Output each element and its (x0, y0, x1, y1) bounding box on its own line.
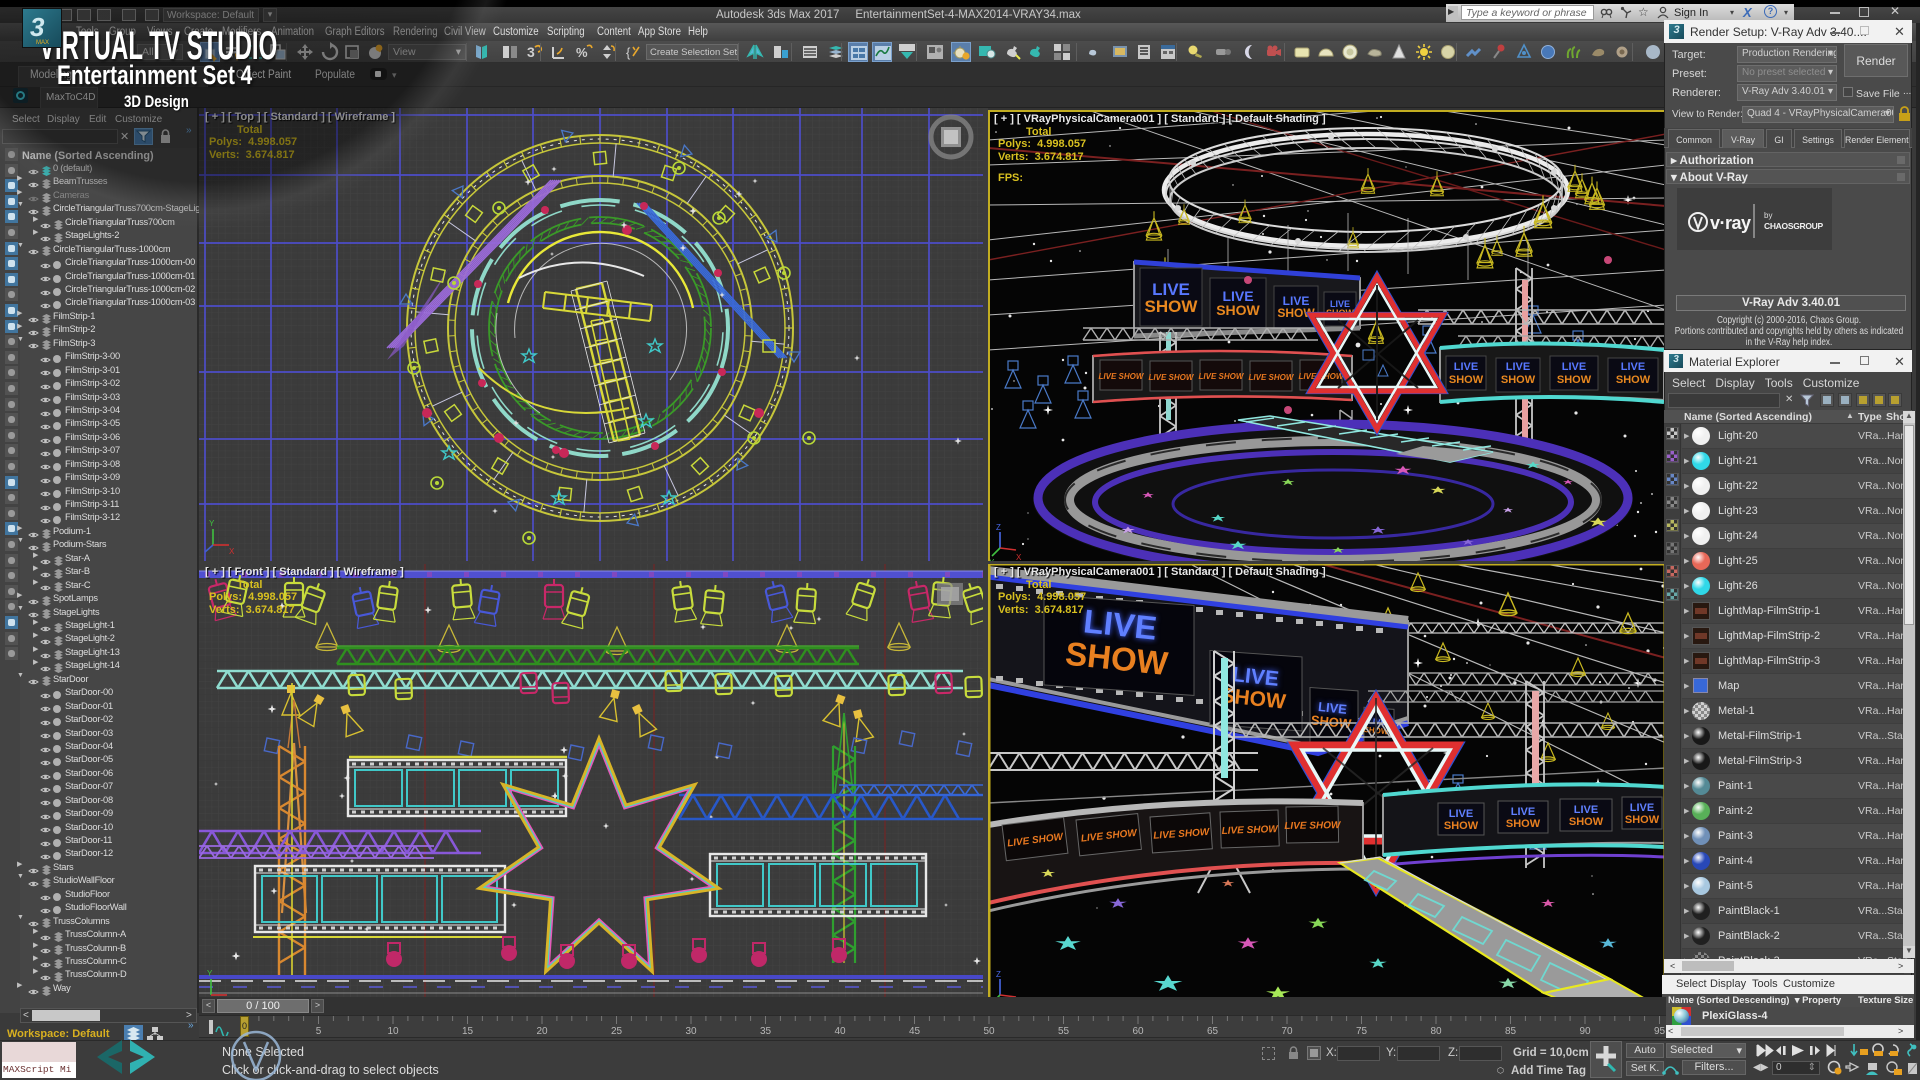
svg-text:Z: Z (996, 970, 1001, 979)
svg-text:70: 70 (1281, 1026, 1293, 1037)
svg-text:SHOW: SHOW (1216, 302, 1260, 318)
svg-text:SHOW: SHOW (1145, 297, 1199, 316)
svg-text:10: 10 (387, 1026, 399, 1037)
svg-text:LIVE SHOW: LIVE SHOW (1199, 372, 1245, 381)
svg-text:65: 65 (1207, 1026, 1219, 1037)
svg-text:15: 15 (462, 1026, 474, 1037)
svg-text:LIVE SHOW: LIVE SHOW (1099, 372, 1145, 381)
svg-text:%: % (576, 45, 588, 60)
svg-text:LIVE: LIVE (1506, 361, 1530, 373)
svg-text:LIVE: LIVE (1574, 804, 1598, 816)
svg-text:SHOW: SHOW (1557, 374, 1592, 386)
svg-text:LIVE SHOW: LIVE SHOW (1149, 373, 1195, 382)
svg-text:X: X (229, 547, 235, 556)
svg-text:LIVE: LIVE (1449, 808, 1473, 820)
svg-text:LIVE: LIVE (1630, 802, 1654, 814)
svg-text:50: 50 (983, 1026, 995, 1037)
svg-text:LIVE: LIVE (1562, 361, 1586, 373)
svg-text:SHOW: SHOW (1501, 374, 1536, 386)
svg-text:90: 90 (1579, 1026, 1591, 1037)
svg-text:by: by (1764, 211, 1772, 220)
svg-text:SHOW: SHOW (1444, 820, 1479, 832)
svg-text:CHAOSGROUP: CHAOSGROUP (1764, 221, 1823, 231)
svg-text:Z: Z (996, 523, 1001, 532)
svg-text:SHOW: SHOW (1449, 374, 1484, 386)
svg-text:95: 95 (1654, 1026, 1666, 1037)
svg-text:35: 35 (760, 1026, 772, 1037)
svg-text:SHOW: SHOW (1569, 816, 1604, 828)
svg-text:LIVE SHOW: LIVE SHOW (1284, 820, 1342, 832)
svg-text:3: 3 (527, 44, 535, 60)
svg-text:LIVE: LIVE (1511, 806, 1535, 818)
svg-text:Y: Y (207, 969, 213, 978)
svg-text:LIVE SHOW: LIVE SHOW (1221, 824, 1279, 837)
svg-text:80: 80 (1430, 1026, 1442, 1037)
svg-text:SHOW: SHOW (1625, 814, 1660, 826)
svg-text:85: 85 (1505, 1026, 1517, 1037)
svg-text:v·ray: v·ray (1710, 213, 1751, 233)
svg-text:45: 45 (909, 1026, 921, 1037)
svg-text:20: 20 (536, 1026, 548, 1037)
svg-text:LIVE SHOW: LIVE SHOW (1249, 373, 1295, 382)
svg-text:LIVE: LIVE (1454, 361, 1478, 373)
svg-text:SHOW: SHOW (1506, 818, 1541, 830)
svg-text:5: 5 (316, 1026, 322, 1037)
svg-text:55: 55 (1058, 1026, 1070, 1037)
svg-text:25: 25 (611, 1026, 623, 1037)
svg-text:{: { (626, 45, 631, 60)
svg-text:30: 30 (685, 1026, 697, 1037)
svg-text:40: 40 (834, 1026, 846, 1037)
svg-text:SHOW: SHOW (1616, 374, 1651, 386)
svg-text:75: 75 (1356, 1026, 1368, 1037)
svg-text:60: 60 (1132, 1026, 1144, 1037)
svg-text:LIVE: LIVE (1621, 361, 1645, 373)
svg-text:Y: Y (209, 519, 215, 528)
